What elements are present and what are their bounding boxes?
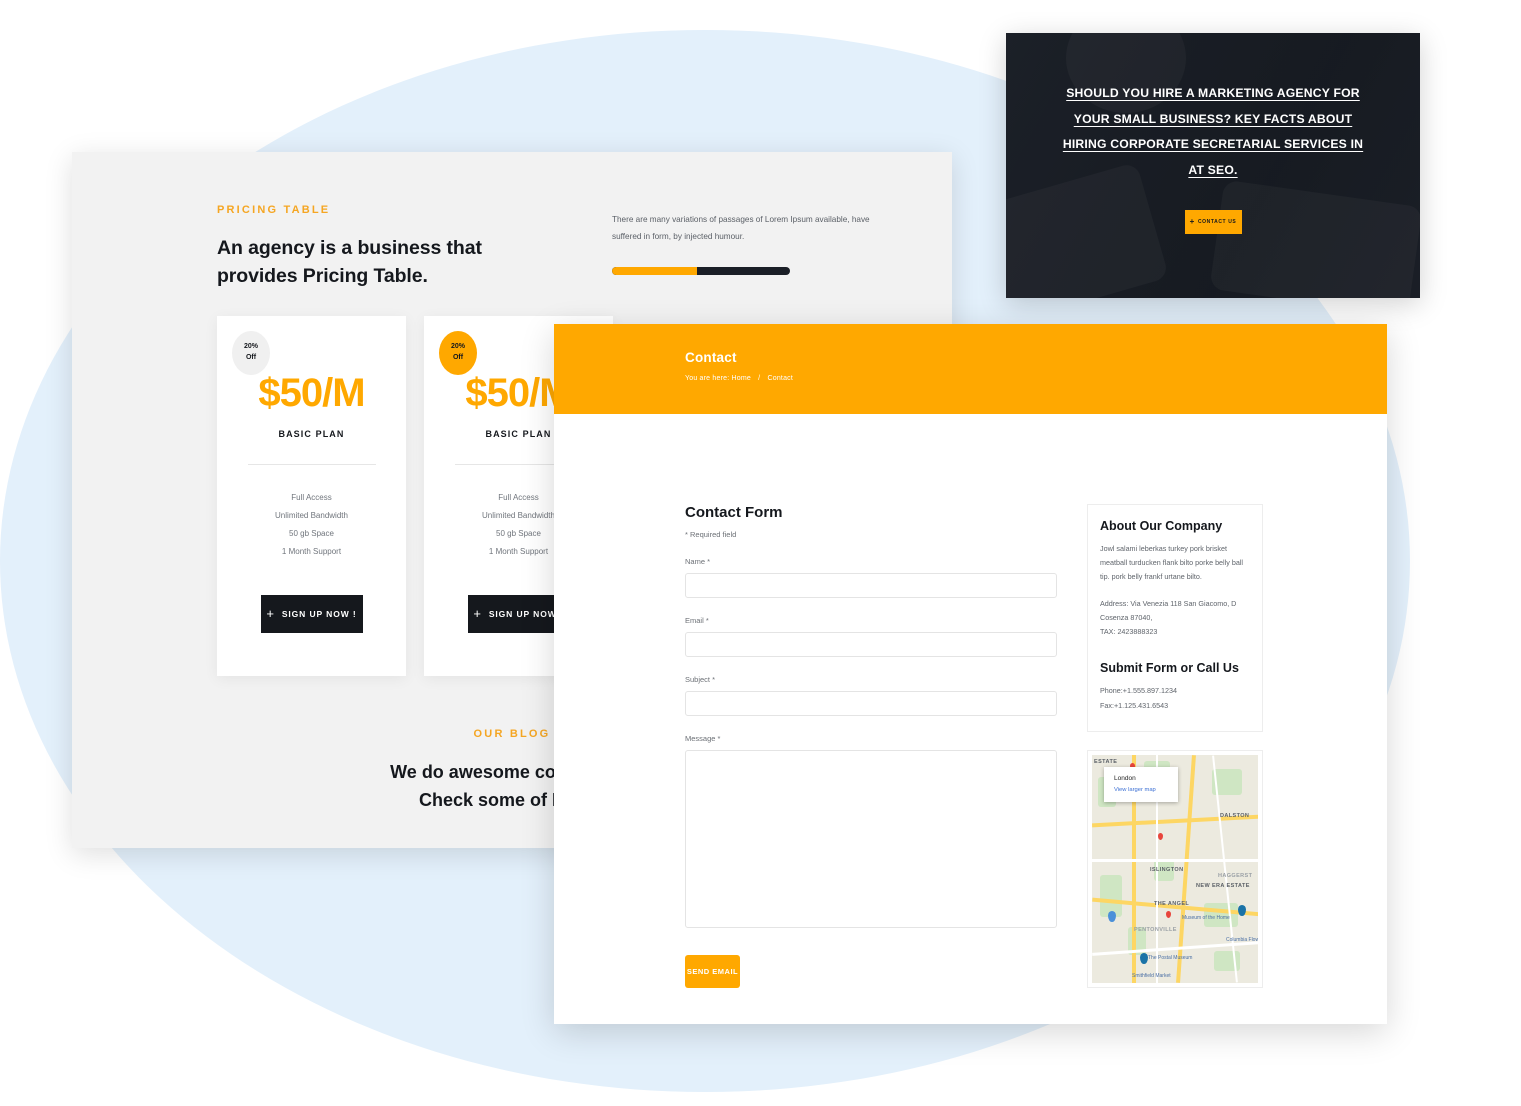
plus-icon: + bbox=[266, 606, 275, 622]
subject-field-label: Subject * bbox=[685, 675, 716, 684]
page-title: Contact bbox=[685, 350, 737, 365]
sign-up-now-label: SIGN UP NOW ! bbox=[488, 608, 564, 619]
map-label: ESTATE bbox=[1094, 758, 1118, 765]
plan-feature: Full Access bbox=[291, 492, 332, 502]
email-input[interactable] bbox=[685, 632, 1057, 657]
message-field-group: Message * bbox=[685, 734, 1057, 933]
email-field-label: Email * bbox=[685, 616, 709, 625]
map-info-card: London View larger map bbox=[1104, 766, 1178, 802]
pricing-eyebrow: PRICING TABLE bbox=[217, 204, 331, 216]
contact-form-title: Contact Form bbox=[685, 504, 783, 521]
pricing-header-right: There are many variations of passages of… bbox=[612, 204, 872, 291]
map-location-name: London bbox=[1114, 774, 1136, 782]
map-label: HAGGERST bbox=[1218, 872, 1253, 879]
contact-sidebar: About Our Company Jowl salami leberkas t… bbox=[1087, 504, 1263, 988]
contact-us-button[interactable]: + CONTACT US bbox=[1184, 209, 1242, 234]
pricing-title: An agency is a business that provides Pr… bbox=[217, 237, 482, 288]
discount-label: Off bbox=[452, 353, 464, 361]
subject-field-group: Subject * bbox=[685, 675, 1057, 716]
pricing-card[interactable]: 20% Off $50/M BASIC PLAN Full Access Unl… bbox=[217, 315, 406, 676]
map-poi-label: The Postal Museum bbox=[1148, 954, 1193, 961]
breadcrumb-home-link[interactable]: Home bbox=[732, 375, 751, 382]
required-field-note: * Required field bbox=[685, 530, 737, 539]
contact-page-header: Contact You are here: Home / Contact bbox=[554, 324, 1387, 414]
plan-price: $50/M bbox=[258, 370, 365, 415]
map-pin-icon bbox=[1166, 910, 1171, 918]
pricing-header: PRICING TABLE An agency is a business th… bbox=[72, 152, 952, 291]
screenshot-stage: PRICING TABLE An agency is a business th… bbox=[0, 0, 1521, 1106]
map-poi-label: Columbia Flower M bbox=[1226, 936, 1258, 943]
map-pin-icon bbox=[1140, 952, 1148, 964]
plan-feature: 50 gb Space bbox=[289, 528, 334, 538]
message-textarea[interactable] bbox=[685, 750, 1057, 928]
card-divider bbox=[247, 463, 376, 465]
progress-bar bbox=[612, 267, 790, 276]
plan-feature: Unlimited Bandwidth bbox=[275, 510, 348, 520]
breadcrumb-separator: / bbox=[758, 375, 761, 382]
plan-feature: 1 Month Support bbox=[281, 546, 342, 556]
send-email-button[interactable]: SEND EMAIL bbox=[685, 955, 740, 988]
pricing-header-left: PRICING TABLE An agency is a business th… bbox=[217, 204, 547, 291]
name-field-group: Name * bbox=[685, 557, 1057, 598]
email-field-group: Email * bbox=[685, 616, 1057, 657]
discount-label: Off bbox=[245, 353, 257, 361]
hero-title: SHOULD YOU HIRE A MARKETING AGENCY FOR Y… bbox=[1062, 86, 1364, 177]
map-poi-label: Smithfield Market bbox=[1132, 972, 1171, 979]
map-container[interactable]: ESTATE DALSTON ISLINGTON NEW ERA ESTATE … bbox=[1087, 749, 1263, 988]
contact-form: Contact Form * Required field Name * Ema… bbox=[685, 504, 1057, 988]
subject-input[interactable] bbox=[685, 691, 1057, 716]
breadcrumb: You are here: Home / Contact bbox=[685, 375, 1387, 382]
plus-icon: + bbox=[473, 606, 482, 622]
hero-panel: SHOULD YOU HIRE A MARKETING AGENCY FOR Y… bbox=[1006, 33, 1420, 298]
contact-panel: Contact You are here: Home / Contact Con… bbox=[554, 324, 1387, 1024]
breadcrumb-current: Contact bbox=[767, 375, 794, 382]
map-label: THE ANGEL bbox=[1154, 900, 1190, 907]
google-map[interactable]: ESTATE DALSTON ISLINGTON NEW ERA ESTATE … bbox=[1092, 754, 1258, 983]
map-label: DALSTON bbox=[1220, 812, 1250, 819]
map-label: NEW ERA ESTATE bbox=[1196, 882, 1250, 889]
message-field-label: Message * bbox=[685, 734, 721, 743]
plan-name: BASIC PLAN bbox=[278, 428, 345, 439]
company-phone: Phone:+1.555.897.1234 bbox=[1100, 686, 1177, 696]
company-fax: Fax:+1.125.431.6543 bbox=[1100, 700, 1169, 710]
about-company-box: About Our Company Jowl salami leberkas t… bbox=[1087, 504, 1263, 732]
breadcrumb-prefix: You are here: bbox=[685, 375, 730, 382]
discount-percent: 20% bbox=[450, 343, 465, 351]
map-pin-icon bbox=[1108, 910, 1116, 922]
company-tax-line: TAX: 2423888323 bbox=[1100, 627, 1158, 637]
contact-us-label: CONTACT US bbox=[1197, 218, 1237, 225]
map-label: ISLINGTON bbox=[1150, 866, 1184, 873]
sign-up-now-button[interactable]: + SIGN UP NOW ! bbox=[260, 594, 363, 633]
plus-icon: + bbox=[1189, 216, 1195, 226]
pricing-description: There are many variations of passages of… bbox=[612, 215, 870, 242]
submit-form-heading: Submit Form or Call Us bbox=[1100, 661, 1239, 676]
company-address-line-1: Address: Via Venezia 118 San Giacomo, D … bbox=[1100, 599, 1237, 623]
plan-features: Full Access Unlimited Bandwidth 50 gb Sp… bbox=[217, 489, 406, 561]
discount-badge: 20% Off bbox=[232, 330, 270, 375]
about-company-heading: About Our Company bbox=[1100, 519, 1223, 533]
about-company-text: Jowl salami leberkas turkey pork brisket… bbox=[1100, 544, 1244, 582]
hero-content: SHOULD YOU HIRE A MARKETING AGENCY FOR Y… bbox=[1006, 33, 1420, 234]
discount-badge: 20% Off bbox=[439, 330, 477, 375]
map-pin-icon bbox=[1158, 832, 1163, 840]
progress-bar-fill bbox=[612, 267, 698, 276]
discount-percent: 20% bbox=[243, 343, 258, 351]
name-field-label: Name * bbox=[685, 557, 711, 566]
view-larger-map-link[interactable]: View larger map bbox=[1114, 787, 1156, 793]
sign-up-now-label: SIGN UP NOW ! bbox=[281, 608, 357, 619]
name-input[interactable] bbox=[685, 573, 1057, 598]
contact-body: Contact Form * Required field Name * Ema… bbox=[554, 414, 1387, 988]
map-poi-label: Museum of the Home bbox=[1182, 914, 1230, 921]
map-label: PENTONVILLE bbox=[1134, 926, 1177, 933]
